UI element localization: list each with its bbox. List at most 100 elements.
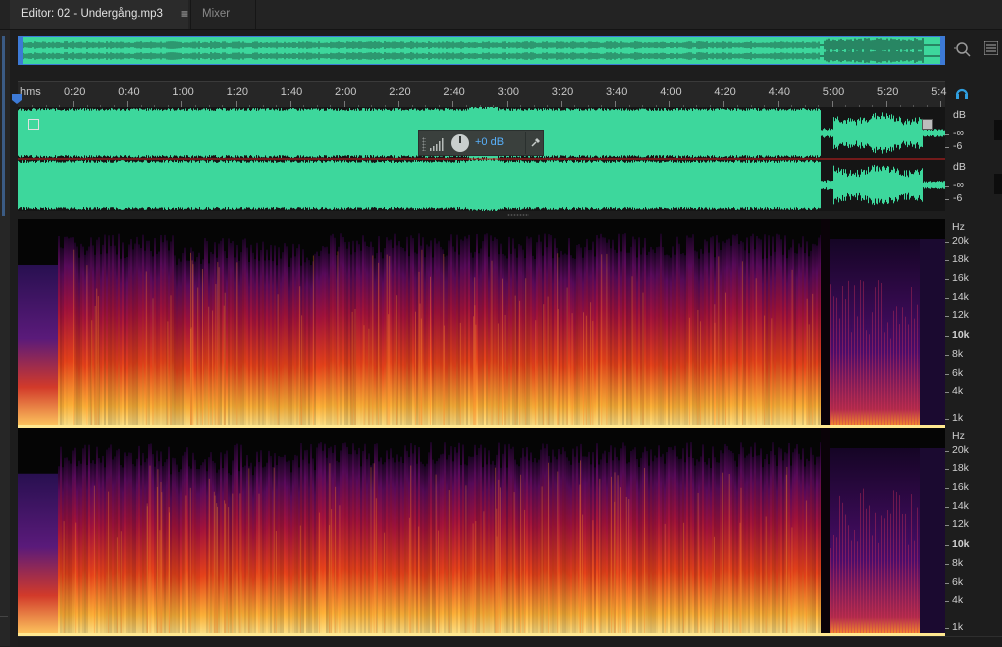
hz-label: 1k	[952, 621, 964, 633]
hz-tick	[945, 583, 949, 584]
hz-tick	[945, 279, 949, 280]
left-panel-edge	[0, 30, 10, 646]
hz-label: 12k	[952, 518, 969, 530]
fade-out-handle[interactable]	[922, 119, 933, 130]
hz-tick	[945, 298, 949, 299]
hz-label: 12k	[952, 309, 969, 321]
db-label: -6	[953, 140, 963, 152]
hz-label: 8k	[952, 348, 964, 360]
hz-label: 16k	[952, 481, 969, 493]
tab-mixer[interactable]: Mixer	[190, 0, 256, 29]
hz-label: 8k	[952, 557, 964, 569]
hz-tick	[945, 507, 949, 508]
level-meter-bar	[994, 120, 1002, 140]
hz-label: 16k	[952, 272, 969, 284]
hz-label: 18k	[952, 253, 969, 265]
hz-label: 14k	[952, 500, 969, 512]
hud-drag-grip[interactable]	[422, 137, 426, 151]
ruler-tick-label: 1:00	[172, 86, 194, 98]
hz-tick	[945, 628, 949, 629]
ruler-tick-label: 3:00	[497, 86, 520, 98]
hz-tick	[945, 525, 949, 526]
level-meter-icon	[430, 138, 444, 151]
waveform-display[interactable]	[18, 107, 945, 211]
hz-tick	[945, 469, 949, 470]
ruler-tick-label: 5:20	[877, 86, 899, 98]
ruler-tick-label: 3:40	[606, 86, 628, 98]
spectral-display-right[interactable]	[18, 428, 945, 636]
tab-editor[interactable]: Editor: 02 - Undergång.mp3 ≡	[10, 0, 188, 29]
ruler-tick-label: 4:00	[660, 86, 682, 98]
hz-label: 10k	[952, 538, 970, 550]
hz-label: 6k	[952, 367, 964, 379]
overview-navigator[interactable]	[18, 36, 945, 65]
hz-scale-right: Hz 20k 18k 16k 14k 12k 10k 8k 6k 4k 1k	[945, 428, 1002, 636]
hz-tick	[945, 419, 949, 420]
fade-in-handle[interactable]	[28, 119, 39, 130]
ruler-tick-label: 5:00	[822, 86, 845, 98]
pin-button[interactable]	[525, 132, 544, 154]
hz-tick	[945, 355, 949, 356]
time-ruler[interactable]: hms 0:20 0:40 1:00 1:20 1:40 2:00 2:20 2:40 3:00…	[18, 81, 947, 108]
spectrogram-left	[18, 219, 945, 428]
hz-unit: Hz	[952, 221, 965, 233]
tab-mixer-label: Mixer	[202, 8, 231, 20]
db-label: -∞	[953, 127, 964, 139]
ruler-tick-label: 2:40	[443, 86, 465, 98]
tab-editor-label: Editor: 02 - Undergång.mp3	[21, 8, 163, 20]
hz-label: 14k	[952, 291, 969, 303]
ruler-tick-label: 1:40	[280, 86, 303, 98]
ruler-tick-label: 0:40	[118, 86, 140, 98]
zoom-icon[interactable]	[954, 40, 972, 58]
gain-value: +0 dB	[475, 136, 505, 148]
hz-tick	[945, 545, 949, 546]
overview-waveform	[19, 37, 944, 64]
panel-tab-bar: Editor: 02 - Undergång.mp3 ≡ Mixer	[0, 0, 1002, 30]
ruler-tick-label: 5:4	[931, 86, 947, 98]
hz-label: 4k	[952, 594, 964, 606]
ruler-tick-label: 4:40	[768, 86, 791, 98]
panel-focus-indicator	[2, 36, 5, 216]
db-label: -∞	[953, 179, 964, 191]
divider	[0, 616, 8, 617]
list-icon[interactable]	[984, 41, 998, 55]
ruler-tick-label: 3:20	[551, 86, 574, 98]
hz-tick	[945, 260, 949, 261]
hz-tick	[945, 374, 949, 375]
ruler-tick-label: 4:20	[714, 86, 736, 98]
level-meter-bar	[994, 174, 1002, 194]
headphones-icon[interactable]	[955, 86, 969, 100]
hz-label: 20k	[952, 444, 969, 456]
hz-scale-left: Hz 20k 18k 16k 14k 12k 10k 8k 6k 4k 1k	[945, 219, 1002, 428]
hz-tick	[945, 488, 949, 489]
view-splitter[interactable]	[18, 211, 945, 219]
hz-tick	[945, 451, 949, 452]
hz-label: 18k	[952, 462, 969, 474]
tab-menu-icon[interactable]: ≡	[181, 0, 188, 29]
hz-label: 10k	[952, 329, 970, 341]
db-unit-bottom: dB	[953, 161, 966, 173]
db-unit-top: dB	[953, 109, 966, 121]
gain-knob[interactable]	[451, 134, 469, 152]
gain-hud[interactable]: +0 dB	[418, 130, 544, 156]
spectral-display-left[interactable]	[18, 219, 945, 428]
hz-unit: Hz	[952, 430, 965, 442]
hz-label: 4k	[952, 385, 964, 397]
hz-label: 20k	[952, 235, 969, 247]
hz-tick	[945, 392, 949, 393]
waveform-channels	[18, 107, 945, 211]
hz-label: 1k	[952, 412, 964, 424]
horizontal-scrollbar[interactable]	[18, 636, 1002, 647]
hz-tick	[945, 242, 949, 243]
hz-tick	[945, 336, 949, 337]
hz-tick	[945, 601, 949, 602]
ruler-tick-label: 2:20	[389, 86, 411, 98]
spectrogram-right	[18, 428, 945, 636]
hz-label: 6k	[952, 576, 964, 588]
pin-icon	[531, 138, 540, 147]
hz-tick	[945, 564, 949, 565]
ruler-tick-label: 2:00	[335, 86, 357, 98]
db-label: -6	[953, 192, 963, 204]
ruler-tick-label: 0:20	[64, 86, 86, 98]
playhead-marker[interactable]	[12, 94, 22, 104]
